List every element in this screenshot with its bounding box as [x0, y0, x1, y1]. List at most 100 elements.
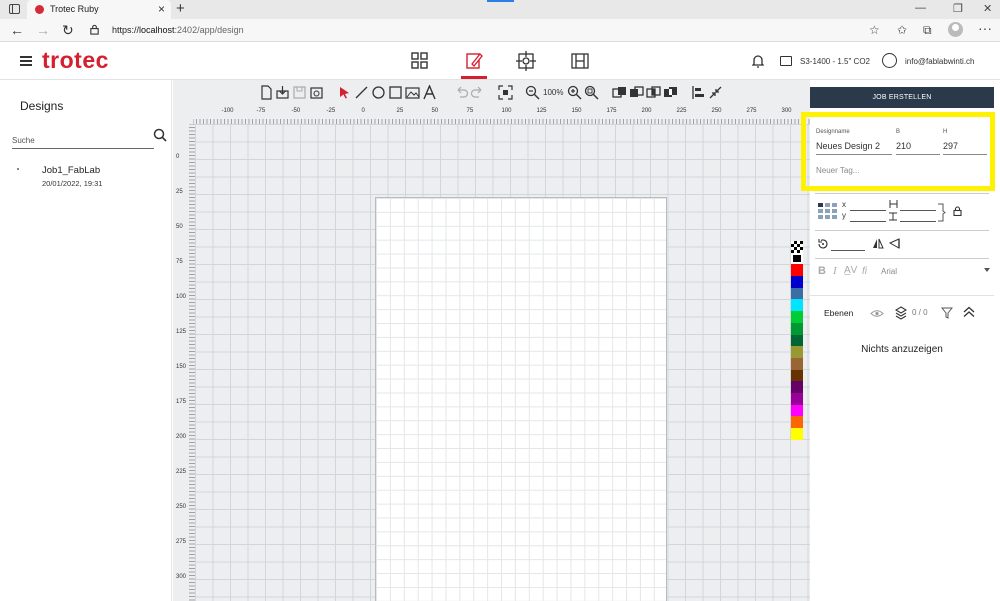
- save-as-icon[interactable]: [309, 85, 324, 100]
- color-swatch[interactable]: [791, 299, 803, 312]
- search-icon[interactable]: [153, 128, 167, 142]
- user-email[interactable]: info@fablabwinti.ch: [905, 57, 975, 66]
- intersect-icon[interactable]: [646, 85, 661, 100]
- restore-button[interactable]: ❐: [953, 2, 963, 15]
- eye-icon[interactable]: [870, 309, 884, 318]
- design-name: Job1_FabLab: [42, 165, 101, 176]
- zoom-level: 100%: [543, 88, 564, 97]
- reload-icon[interactable]: ↻: [62, 22, 74, 39]
- height-input[interactable]: 297: [943, 141, 987, 155]
- close-window-button[interactable]: ✕: [983, 2, 992, 15]
- canvas-grid[interactable]: [195, 124, 810, 601]
- new-tab-button[interactable]: +: [176, 0, 185, 17]
- design-edit-icon[interactable]: [464, 51, 484, 71]
- zoom-fit-icon[interactable]: [584, 85, 599, 100]
- url-field[interactable]: https://localhost:2402/app/design: [85, 22, 863, 39]
- layers-stack-icon[interactable]: [895, 306, 907, 320]
- color-swatch[interactable]: [791, 416, 803, 428]
- align-icon[interactable]: [691, 85, 706, 100]
- browser-menu-icon[interactable]: ···: [978, 20, 992, 36]
- back-arrow-icon[interactable]: ←: [10, 22, 24, 38]
- color-swatch[interactable]: [791, 392, 803, 405]
- user-account-icon[interactable]: [882, 53, 897, 68]
- color-swatch[interactable]: [791, 404, 803, 417]
- font-family-select[interactable]: Arial: [881, 267, 897, 276]
- minimize-button[interactable]: —: [915, 2, 926, 14]
- design-toolbar: 100%: [173, 80, 810, 104]
- zoom-out-icon[interactable]: [525, 85, 540, 100]
- color-swatch[interactable]: [791, 334, 803, 347]
- color-swatch[interactable]: [791, 241, 803, 253]
- color-swatch[interactable]: [791, 381, 803, 393]
- chevron-down-icon[interactable]: [984, 268, 990, 272]
- zoom-in-icon[interactable]: [567, 85, 582, 100]
- anchor-point-icon[interactable]: [818, 203, 837, 220]
- browser-tab[interactable]: Trotec Ruby ×: [27, 0, 171, 19]
- undo-icon[interactable]: [454, 85, 469, 100]
- rotate-icon[interactable]: [817, 238, 829, 250]
- color-swatch[interactable]: [791, 252, 803, 265]
- redo-icon[interactable]: [470, 85, 485, 100]
- rotation-input[interactable]: [831, 250, 865, 251]
- subtract-icon[interactable]: [629, 85, 644, 100]
- size-width-input[interactable]: [900, 210, 936, 211]
- ruler-v-label: 225: [176, 469, 187, 475]
- job-queue-icon[interactable]: [570, 51, 590, 71]
- color-swatch[interactable]: [791, 287, 803, 300]
- color-swatch[interactable]: [791, 428, 803, 440]
- color-swatch[interactable]: [791, 264, 803, 277]
- laser-device-icon[interactable]: [780, 56, 792, 66]
- color-swatch[interactable]: [791, 322, 803, 335]
- color-swatch[interactable]: [791, 346, 803, 358]
- tab-close-button[interactable]: ×: [158, 2, 165, 16]
- ligature-icon[interactable]: fi: [862, 266, 867, 277]
- select-arrow-icon[interactable]: [337, 85, 352, 100]
- design-paper[interactable]: [375, 197, 667, 601]
- import-icon[interactable]: [275, 85, 290, 100]
- notification-bell-icon[interactable]: [752, 54, 764, 68]
- image-tool-icon[interactable]: [405, 85, 420, 100]
- y-input[interactable]: [850, 221, 886, 222]
- aspect-lock-icon[interactable]: [953, 206, 962, 216]
- create-job-button[interactable]: JOB ERSTELLEN: [810, 87, 994, 108]
- hamburger-menu-icon[interactable]: [20, 56, 32, 66]
- exclude-icon[interactable]: [663, 85, 678, 100]
- color-swatch[interactable]: [791, 276, 803, 288]
- color-swatch[interactable]: [791, 311, 803, 323]
- favorites-list-icon[interactable]: ✩: [897, 23, 907, 37]
- color-swatch[interactable]: [791, 357, 803, 370]
- design-search-input[interactable]: [12, 133, 154, 149]
- circle-tool-icon[interactable]: [371, 85, 386, 100]
- combine-icon[interactable]: [612, 85, 627, 100]
- size-height-input[interactable]: [900, 221, 936, 222]
- filter-icon[interactable]: [941, 307, 953, 319]
- fit-selection-icon[interactable]: [498, 85, 513, 100]
- profile-avatar[interactable]: [948, 22, 963, 37]
- flip-vertical-icon[interactable]: [889, 238, 900, 249]
- text-tool-icon[interactable]: [422, 85, 437, 100]
- width-input[interactable]: 210: [896, 141, 940, 155]
- bold-icon[interactable]: B: [818, 265, 826, 277]
- color-swatch[interactable]: [791, 369, 803, 382]
- collapse-up-icon[interactable]: [963, 306, 975, 318]
- ruler-v-label: 0: [176, 154, 180, 160]
- arrange-icon[interactable]: [708, 85, 723, 100]
- collections-icon[interactable]: ⧉: [923, 23, 932, 38]
- letter-spacing-icon[interactable]: A̲V: [844, 265, 857, 276]
- new-tag-input[interactable]: Neuer Tag...: [816, 166, 859, 175]
- grid-view-icon[interactable]: [410, 51, 430, 71]
- rectangle-tool-icon[interactable]: [388, 85, 403, 100]
- forward-arrow-icon[interactable]: →: [36, 22, 50, 38]
- new-file-icon[interactable]: [259, 85, 274, 100]
- italic-icon[interactable]: I: [833, 265, 837, 277]
- save-icon[interactable]: [292, 85, 307, 100]
- flip-horizontal-icon[interactable]: [872, 238, 884, 249]
- window-icon[interactable]: [9, 4, 20, 14]
- device-name[interactable]: S3-1400 - 1.5" CO2: [800, 57, 870, 66]
- x-input[interactable]: [850, 210, 886, 211]
- position-target-icon[interactable]: [516, 51, 536, 71]
- favorite-star-icon[interactable]: ☆: [869, 23, 880, 37]
- design-list-item[interactable]: Job1_FabLab 20/01/2022, 19:31: [14, 165, 164, 191]
- designname-input[interactable]: Neues Design 2: [816, 141, 892, 155]
- line-tool-icon[interactable]: [354, 85, 369, 100]
